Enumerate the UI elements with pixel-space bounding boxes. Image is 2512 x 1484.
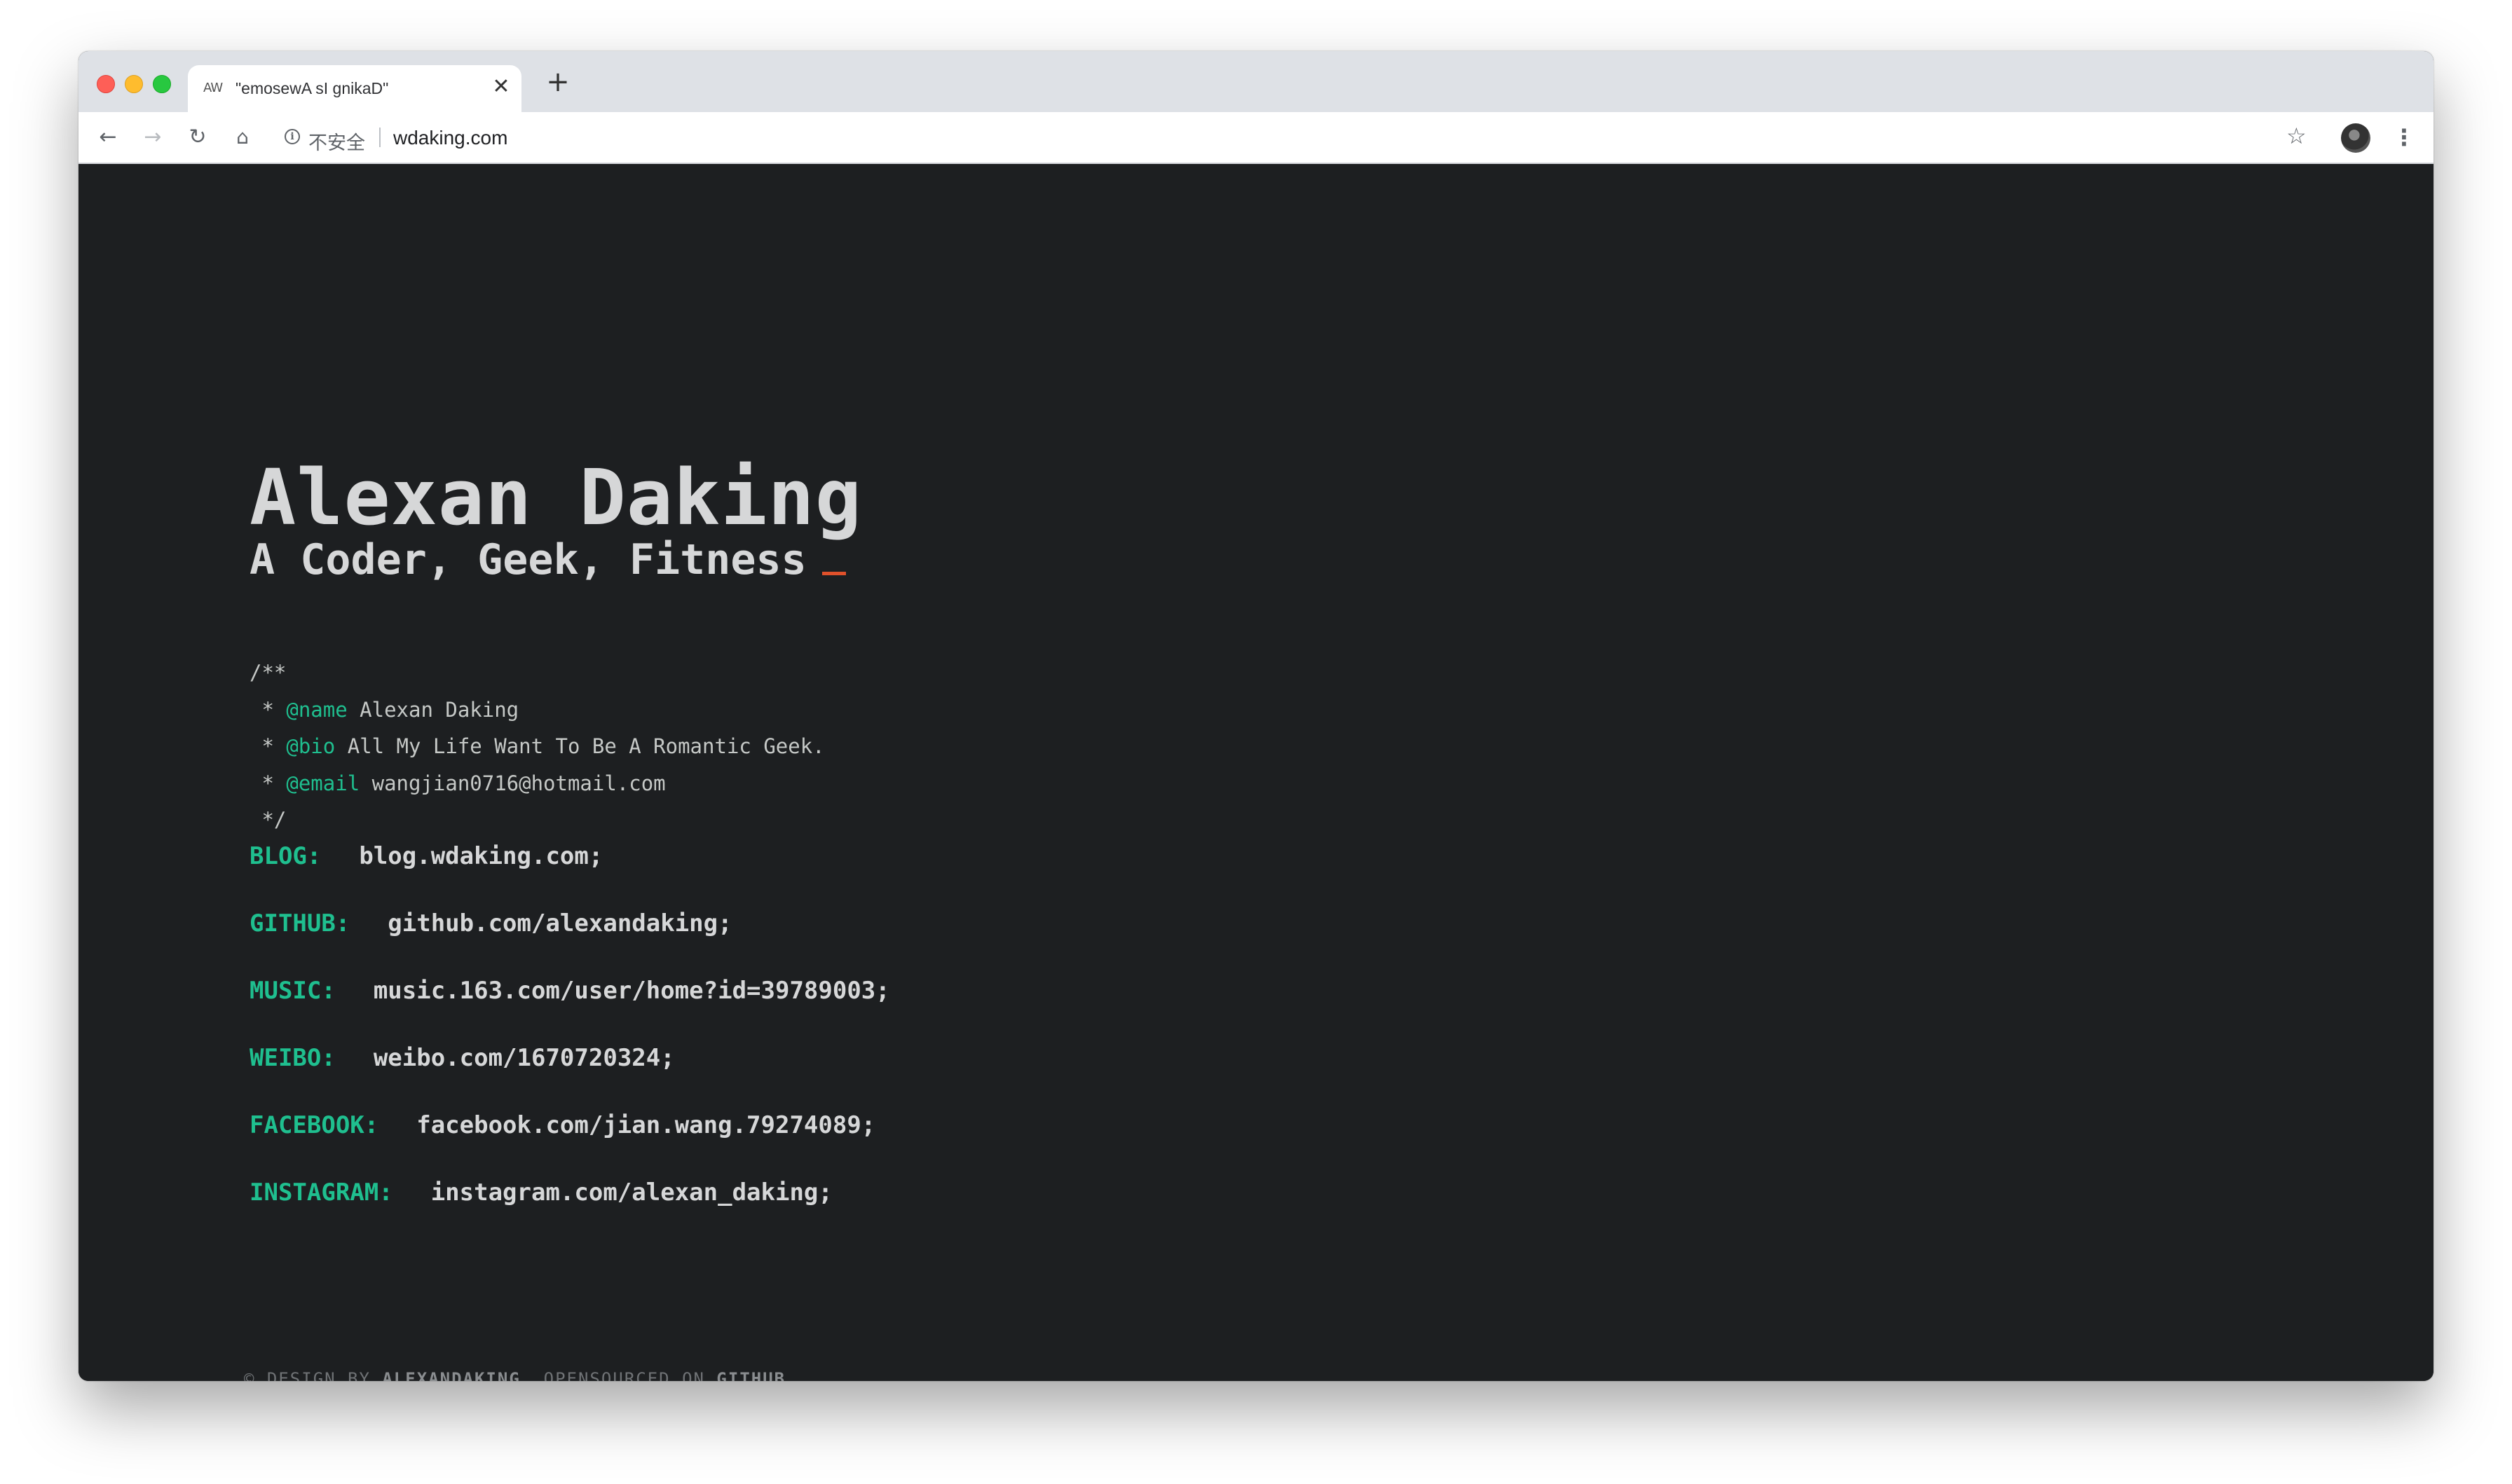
security-status[interactable]: 不安全 <box>308 128 365 155</box>
comment-bio-line: * @bio All My Life Want To Be A Romantic… <box>250 728 825 765</box>
link-label: FACEBOOK: <box>250 1111 379 1139</box>
reload-icon[interactable]: ↻ <box>184 123 212 151</box>
page-content: Alexan Daking A Coder, Geek, Fitness /**… <box>78 164 2434 1381</box>
tagline-text: A Coder, Geek, Fitness <box>250 535 807 584</box>
link-row-weibo: WEIBO: weibo.com/1670720324; <box>250 1044 890 1111</box>
profile-avatar[interactable] <box>2341 123 2370 153</box>
comment-prefix: * <box>250 734 287 758</box>
comment-close: */ <box>250 808 287 832</box>
browser-toolbar: ← → ↻ ⌂ i 不安全 wdaking.com ☆ ⋮ <box>78 112 2434 164</box>
page-footer: © DESIGN BY ALEXANDAKING, OPENSOURCED ON… <box>244 1369 786 1381</box>
link-row-github: GITHUB: github.com/alexandaking; <box>250 909 890 977</box>
page-title: Alexan Daking <box>250 453 862 542</box>
url-text[interactable]: wdaking.com <box>393 127 507 149</box>
link-value[interactable]: github.com/alexandaking; <box>388 909 732 937</box>
link-row-blog: BLOG: blog.wdaking.com; <box>250 842 890 909</box>
link-value[interactable]: facebook.com/jian.wang.79274089; <box>416 1111 875 1139</box>
link-value[interactable]: music.163.com/user/home?id=39789003; <box>374 977 890 1005</box>
omnibox-divider <box>379 128 381 147</box>
browser-window: AW "emosewA sI gnikaD" ✕ + ← → ↻ ⌂ i 不安全… <box>78 51 2434 1381</box>
link-row-music: MUSIC: music.163.com/user/home?id=3978900… <box>250 977 890 1044</box>
social-links-list: BLOG: blog.wdaking.com; GITHUB: github.com… <box>250 842 890 1246</box>
link-value[interactable]: blog.wdaking.com; <box>359 842 603 870</box>
footer-prefix: © DESIGN BY <box>244 1369 383 1381</box>
window-close-button[interactable] <box>97 75 115 93</box>
github-link[interactable]: GITHUB <box>716 1369 786 1381</box>
link-row-instagram: INSTAGRAM: instagram.com/alexan_daking; <box>250 1179 890 1246</box>
browser-tab[interactable]: AW "emosewA sI gnikaD" ✕ <box>188 65 521 112</box>
comment-email-line: * @email wangjian0716@hotmail.com <box>250 765 825 802</box>
forward-arrow-icon[interactable]: → <box>139 123 167 151</box>
email-value: wangjian0716@hotmail.com <box>360 771 666 795</box>
comment-name-line: * @name Alexan Daking <box>250 692 825 729</box>
link-label: MUSIC: <box>250 977 336 1005</box>
link-label: INSTAGRAM: <box>250 1179 393 1207</box>
home-icon[interactable]: ⌂ <box>228 123 257 151</box>
bio-comment-block: /** * @name Alexan Daking * @bio All My … <box>250 654 825 839</box>
link-label: WEIBO: <box>250 1044 336 1072</box>
link-label: GITHUB: <box>250 909 350 937</box>
back-arrow-icon[interactable]: ← <box>94 123 122 151</box>
comment-prefix: * <box>250 697 287 722</box>
tab-strip: AW "emosewA sI gnikaD" ✕ + <box>78 51 2434 112</box>
info-icon[interactable]: i <box>285 129 300 144</box>
link-value[interactable]: weibo.com/1670720324; <box>374 1044 675 1072</box>
tab-title: "emosewA sI gnikaD" <box>235 79 389 97</box>
link-row-facebook: FACEBOOK: facebook.com/jian.wang.79274089… <box>250 1111 890 1179</box>
bio-value: All My Life Want To Be A Romantic Geek. <box>335 734 825 758</box>
address-bar[interactable]: i 不安全 wdaking.com <box>276 121 2351 154</box>
plus-icon[interactable]: + <box>542 67 573 97</box>
bio-tag: @bio <box>286 734 336 758</box>
tab-favicon-icon: AW <box>203 81 223 95</box>
tagline: A Coder, Geek, Fitness <box>250 535 846 584</box>
comment-prefix: * <box>250 771 287 795</box>
window-maximize-button[interactable] <box>153 75 171 93</box>
comment-open: /** <box>250 661 287 685</box>
window-minimize-button[interactable] <box>125 75 143 93</box>
more-vertical-icon[interactable]: ⋮ <box>2393 123 2415 151</box>
footer-middle: , OPENSOURCED ON <box>520 1369 717 1381</box>
link-label: BLOG: <box>250 842 322 870</box>
blinking-cursor <box>821 572 846 575</box>
link-value[interactable]: instagram.com/alexan_daking; <box>431 1179 833 1207</box>
name-value: Alexan Daking <box>347 697 519 722</box>
name-tag: @name <box>286 697 348 722</box>
author-link[interactable]: ALEXANDAKING <box>382 1369 521 1381</box>
close-icon[interactable]: ✕ <box>491 76 512 97</box>
star-icon[interactable]: ☆ <box>2286 122 2307 150</box>
email-tag: @email <box>286 771 360 795</box>
